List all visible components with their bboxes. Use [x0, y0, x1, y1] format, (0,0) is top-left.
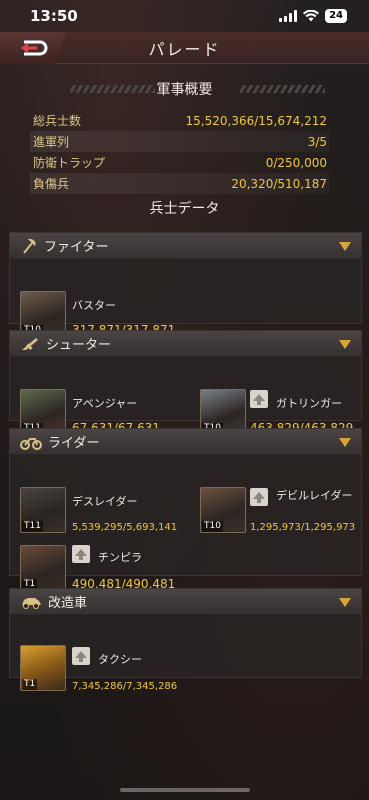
car-icon [22, 597, 41, 609]
motorcycle-icon [20, 437, 42, 450]
summary-row-march: 進軍列 3/5 [30, 131, 330, 152]
category-panel-rider: ライダー T11 デスレイダー 5,539,295/5,693,141 T10 … [9, 428, 362, 591]
summary-value: 15,520,366/15,674,212 [185, 113, 327, 128]
collapse-triangle-icon [339, 242, 351, 251]
unit-name: タクシー [98, 653, 142, 666]
collapse-triangle-icon [339, 340, 351, 349]
unit-name: デスレイダー [72, 495, 138, 508]
unit-count: 1,295,973/1,295,973 [250, 522, 356, 533]
collapse-triangle-icon [339, 438, 351, 447]
category-header-modified-car[interactable]: 改造車 [10, 589, 361, 615]
upgrade-arrow-icon[interactable] [250, 488, 268, 506]
unit-portrait: T1 [20, 645, 66, 691]
summary-heading-row: 軍事概要 [0, 78, 369, 100]
unit-count: 5,539,295/5,693,141 [72, 522, 178, 533]
title-bar: パレード [0, 32, 369, 64]
category-title: 改造車 [48, 596, 88, 611]
category-panel-modified-car: 改造車 T1 タクシー 7,345,286/7,345,286 [9, 588, 362, 692]
status-bar: 13:50 24 [0, 0, 369, 32]
back-arrow-icon [21, 40, 48, 56]
unit-portrait: T11 [20, 487, 66, 533]
unit-count: 7,345,286/7,345,286 [72, 681, 178, 692]
summary-label: 防衛トラップ [33, 156, 106, 170]
status-time: 13:50 [30, 7, 78, 25]
page-title: パレード [148, 39, 221, 59]
unit-name: バスター [72, 299, 116, 312]
summary-label: 進軍列 [33, 135, 70, 149]
category-title: シューター [46, 338, 112, 353]
axe-icon [23, 238, 36, 254]
category-header-shooter[interactable]: シューター [10, 331, 361, 357]
summary-row-traps: 防衛トラップ 0/250,000 [30, 152, 330, 173]
category-header-rider[interactable]: ライダー [10, 429, 361, 455]
battery-icon: 24 [325, 9, 347, 23]
home-indicator[interactable] [120, 788, 250, 792]
upgrade-arrow-icon[interactable] [72, 545, 90, 563]
summary-row-wounded: 負傷兵 20,320/510,187 [30, 173, 330, 194]
category-panel-shooter: シューター T11 アベンジャー 67,631/67,631 T10 ガトリンガ… [9, 330, 362, 435]
summary-value: 0/250,000 [265, 155, 327, 170]
soldiers-heading: 兵士データ [149, 201, 220, 217]
summary-row-total: 総兵士数 15,520,366/15,674,212 [30, 110, 330, 131]
category-title: ライダー [48, 436, 100, 451]
upgrade-arrow-icon[interactable] [72, 647, 90, 665]
signal-icon [279, 10, 298, 22]
tier-badge: T11 [22, 521, 43, 532]
category-header-fighter[interactable]: ファイター [10, 233, 361, 259]
category-panel-fighter: ファイター T10 バスター 317,871/317,871 [9, 232, 362, 337]
unit-name: アベンジャー [72, 397, 138, 410]
tier-badge: T10 [202, 521, 223, 532]
unit-name: デビルレイダー [276, 489, 353, 502]
unit-name: チンピラ [98, 551, 142, 564]
summary-label: 負傷兵 [33, 177, 70, 191]
unit-portrait: T1 [20, 545, 66, 591]
upgrade-arrow-icon[interactable] [250, 390, 268, 408]
category-title: ファイター [44, 240, 109, 255]
unit-portrait: T10 [200, 487, 246, 533]
summary-value: 3/5 [307, 134, 327, 149]
summary-label: 総兵士数 [33, 114, 82, 128]
soldiers-heading-row: 兵士データ [0, 197, 369, 219]
summary-table: 総兵士数 15,520,366/15,674,212 進軍列 3/5 防衛トラッ… [30, 110, 330, 194]
rifle-icon [22, 337, 38, 350]
collapse-triangle-icon [339, 598, 351, 607]
back-button[interactable] [0, 32, 66, 64]
unit-name: ガトリンガー [276, 397, 342, 410]
summary-value: 20,320/510,187 [231, 176, 327, 191]
tier-badge: T1 [22, 679, 38, 690]
summary-heading: 軍事概要 [156, 82, 213, 98]
wifi-icon [303, 10, 320, 22]
